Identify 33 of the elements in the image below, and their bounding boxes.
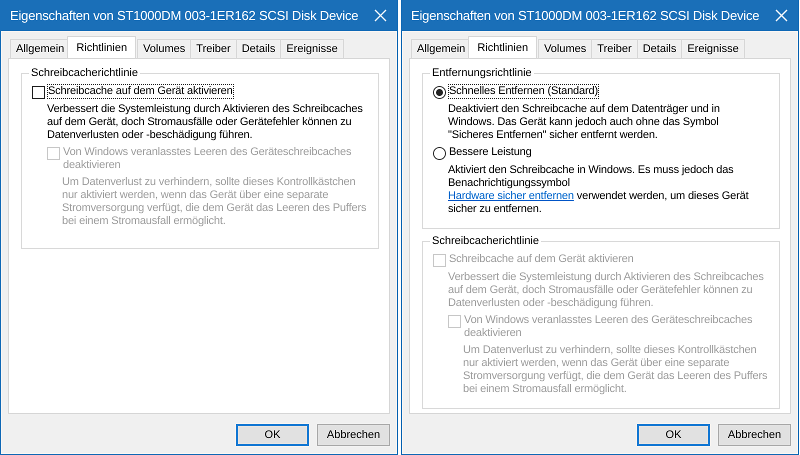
tab[interactable]: Volumes xyxy=(137,39,192,58)
cancel-button[interactable]: Abbrechen xyxy=(317,424,390,446)
window-title: Eigenschaften von ST1000DM 003-1ER162 SCSI Disk Device xyxy=(10,8,358,23)
close-icon[interactable] xyxy=(775,9,788,22)
group-title: Schreibcacherichtlinie xyxy=(30,67,139,79)
group-title: Schreibcacherichtlinie xyxy=(431,235,540,247)
tab[interactable]: Volumes xyxy=(538,39,592,58)
option-description: Verbessert die Systemleistung durch Aktivieren des Schreibcaches auf dem Gerät, doch Stromausfälle oder Gerätefehler können zu Datenverlusten oder -beschädigung führen. xyxy=(47,103,364,142)
option-label: Bessere Leistung xyxy=(449,146,532,159)
option-label: Schnelles Entfernen (Standard) xyxy=(449,85,598,98)
window-title: Eigenschaften von ST1000DM 003-1ER162 SCSI Disk Device xyxy=(411,8,760,23)
radio-button[interactable] xyxy=(433,86,446,99)
option-label: Schreibcache auf dem Gerät aktivieren xyxy=(48,85,233,98)
option-description: Verbessert die Systemleistung durch Aktivieren des Schreibcaches auf dem Gerät, doch Stromausfälle oder Gerätefehler können zu Datenverlusten oder -beschädigung führen. xyxy=(448,271,765,310)
option-description: Hardware sicher entfernen verwendet werden, um dieses Gerät sicher zu entfernen. xyxy=(448,190,750,216)
close-icon[interactable] xyxy=(374,9,387,22)
ok-button[interactable]: OK xyxy=(637,424,710,446)
ok-button[interactable]: OK xyxy=(236,424,309,446)
option-description: Deaktiviert den Schreibcache auf dem Datenträger und in Windows. Das Gerät kann jedoch auch ohne das Symbol "Sicheres Entfernen" sicher entfernt werden. xyxy=(448,103,721,142)
option-description: Um Datenverlust zu verhindern, sollte dieses Kontrollkästchen nur aktiviert werden, wenn das Gerät über eine separate Stromversorgung verfügt, die dem Gerät das Leeren des Puffers bei einem Stromausfall ermöglicht. xyxy=(62,176,368,228)
option-label: Von Windows veranlasstes Leeren des Geräteschreibcaches deaktivieren xyxy=(464,314,752,340)
tab[interactable]: Richtlinien xyxy=(468,36,538,58)
cancel-button[interactable]: Abbrechen xyxy=(718,424,791,446)
option-label: Schreibcache auf dem Gerät aktivieren xyxy=(449,253,634,266)
option-label: Von Windows veranlasstes Leeren des Geräteschreibcaches deaktivieren xyxy=(63,146,352,172)
checkbox[interactable] xyxy=(32,86,45,99)
group-title: Entfernungsrichtlinie xyxy=(431,67,533,79)
tab[interactable]: Richtlinien xyxy=(67,36,136,58)
tab[interactable]: Ereignisse xyxy=(280,39,344,58)
option-description: Um Datenverlust zu verhindern, sollte dieses Kontrollkästchen nur aktiviert werden, wenn das Gerät über eine separate Stromversorgung verfügt, die dem Gerät das Leeren des Puffers bei einem Stromausfall ermöglicht. xyxy=(463,344,768,396)
tab[interactable]: Ereignisse xyxy=(681,39,745,58)
hardware-link[interactable]: Hardware sicher entfernen xyxy=(448,190,574,202)
radio-button[interactable] xyxy=(433,147,446,160)
